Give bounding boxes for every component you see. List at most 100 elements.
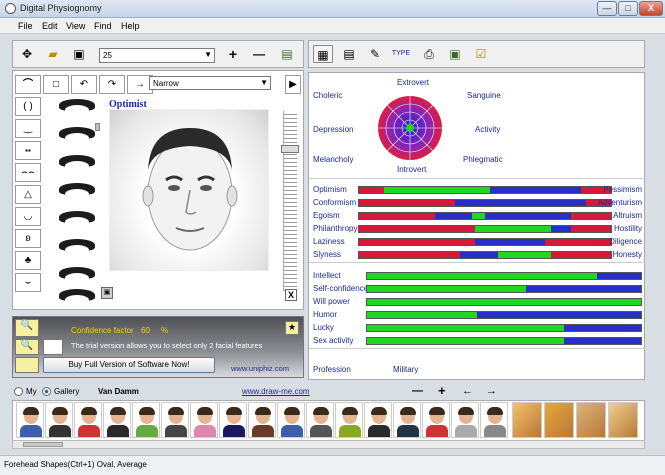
trait-row: Will power: [309, 295, 646, 307]
gallery-add-button[interactable]: +: [438, 383, 446, 398]
report-icon[interactable]: ▦: [313, 45, 333, 63]
hair-option[interactable]: [57, 153, 97, 177]
remove-button[interactable]: —: [249, 45, 269, 63]
menu-file[interactable]: File: [18, 21, 33, 31]
jaw-shape-icon[interactable]: ⌣: [15, 273, 41, 292]
star-icon[interactable]: ★: [285, 321, 299, 335]
gallery-thumbnail[interactable]: [190, 402, 218, 438]
menu-edit[interactable]: Edit: [42, 21, 58, 31]
my-label: My: [26, 387, 37, 396]
mouth-shape-icon[interactable]: ◡: [15, 207, 41, 226]
menu-bar: File Edit View Find Help: [0, 18, 665, 34]
grid-view-icon[interactable]: [43, 339, 63, 355]
forehead-shape-icon[interactable]: ( ): [15, 97, 41, 116]
hair-option[interactable]: [57, 181, 97, 205]
trait-row: Egoism Altruism: [309, 209, 646, 221]
gallery-thumbnail[interactable]: [335, 402, 363, 438]
trait-bar: [358, 225, 612, 233]
size-ruler[interactable]: [283, 111, 297, 291]
hair-option[interactable]: [57, 125, 97, 149]
export-icon[interactable]: ▣: [445, 45, 465, 63]
gallery-thumbnail[interactable]: [74, 402, 102, 438]
trait-label: Self-confidence: [313, 284, 369, 293]
chevron-down-icon: ▼: [260, 78, 268, 87]
draw-me-link[interactable]: www.draw-me.com: [242, 387, 310, 396]
gallery-photo-thumbnail[interactable]: [608, 402, 638, 438]
buy-full-version-button[interactable]: Buy Full Version of Software Now!: [43, 357, 215, 373]
gallery-scroll-thumb[interactable]: [23, 442, 63, 447]
list-view-icon[interactable]: [15, 357, 39, 373]
gallery-thumbnail[interactable]: [480, 402, 508, 438]
bar-segment-green: [472, 213, 485, 219]
ear-shape-icon[interactable]: ʚ: [15, 229, 41, 248]
eyebrow-shape-icon[interactable]: ⌒: [15, 75, 41, 94]
hair-scroll-thumb[interactable]: [95, 123, 100, 131]
save-icon[interactable]: ▣: [69, 45, 89, 63]
gallery-thumbnail[interactable]: [45, 402, 73, 438]
gallery-thumbnail[interactable]: [393, 402, 421, 438]
menu-help[interactable]: Help: [121, 21, 140, 31]
my-radio[interactable]: [14, 387, 23, 396]
redo-icon[interactable]: ↷: [99, 75, 125, 94]
hair-option[interactable]: [57, 97, 97, 121]
gallery-scrollbar[interactable]: [12, 440, 645, 449]
add-button[interactable]: +: [223, 45, 243, 63]
hair-option[interactable]: [57, 237, 97, 261]
hair-option[interactable]: [57, 209, 97, 233]
gallery-photo-thumbnail[interactable]: [512, 402, 542, 438]
gallery-thumbnail[interactable]: [422, 402, 450, 438]
gallery-radio[interactable]: [42, 387, 51, 396]
hair-option[interactable]: [57, 265, 97, 289]
ruler-thumb[interactable]: [281, 145, 299, 153]
gallery-thumbnail[interactable]: [248, 402, 276, 438]
gallery-photo-thumbnail[interactable]: [576, 402, 606, 438]
analysis-toolbar: ▦ ▤ ✎ TYPE ⎙ ▣ ☑: [308, 40, 645, 68]
print-icon[interactable]: ▤: [277, 45, 297, 63]
gallery-next-button[interactable]: →: [486, 385, 497, 397]
nose-shape-icon[interactable]: △: [15, 185, 41, 204]
gallery-thumbnail[interactable]: [364, 402, 392, 438]
edit-document-icon[interactable]: ✎: [365, 45, 385, 63]
small-save-icon[interactable]: ▣: [101, 287, 113, 299]
menu-find[interactable]: Find: [94, 21, 112, 31]
eyes-shape-icon[interactable]: ▪▪: [15, 141, 41, 160]
magnify-icon[interactable]: 🔍: [15, 319, 39, 337]
gallery-remove-button[interactable]: —: [412, 385, 423, 397]
minimize-button[interactable]: —: [597, 1, 617, 16]
close-button[interactable]: X: [639, 1, 663, 16]
gallery-prev-button[interactable]: ←: [462, 385, 473, 397]
hair-shape-icon[interactable]: ♣: [15, 251, 41, 270]
gallery-thumbnail[interactable]: [16, 402, 44, 438]
gallery-thumbnail[interactable]: [132, 402, 160, 438]
move-icon[interactable]: ✥: [17, 45, 37, 63]
play-icon[interactable]: ▶: [285, 75, 301, 94]
bar-segment-blue: [490, 187, 581, 193]
document-icon[interactable]: ▤: [339, 45, 359, 63]
open-folder-icon[interactable]: ▰: [43, 45, 63, 63]
gallery-thumbnail[interactable]: [451, 402, 479, 438]
checklist-icon[interactable]: ☑: [471, 45, 491, 63]
gallery-thumbnail[interactable]: [161, 402, 189, 438]
gallery-photo-thumbnail[interactable]: [544, 402, 574, 438]
bar-segment-green: [367, 325, 565, 331]
zoom-out-icon[interactable]: 🔍: [15, 339, 39, 355]
gallery-thumbnail[interactable]: [306, 402, 334, 438]
trait-label: Intellect: [313, 271, 341, 280]
type-icon[interactable]: TYPE: [391, 45, 411, 63]
menu-view[interactable]: View: [66, 21, 85, 31]
face-number-combo[interactable]: 25 ▼: [99, 48, 215, 63]
gallery-thumbnail[interactable]: [277, 402, 305, 438]
clear-face-button[interactable]: X: [285, 289, 297, 301]
rectangle-icon[interactable]: □: [43, 75, 69, 94]
maximize-button[interactable]: □: [618, 1, 638, 16]
window-title: Digital Physiognomy: [20, 3, 102, 13]
hair-option[interactable]: [57, 287, 97, 311]
eyebrows-shape-icon[interactable]: ⌢⌢: [15, 163, 41, 182]
undo-icon[interactable]: ↶: [71, 75, 97, 94]
shape-width-combo[interactable]: Narrow ▼: [149, 76, 271, 90]
uniphiz-link[interactable]: www.uniphiz.com: [231, 364, 289, 373]
chin-shape-icon[interactable]: ‿: [15, 119, 41, 138]
printer-icon[interactable]: ⎙: [419, 45, 439, 63]
gallery-thumbnail[interactable]: [219, 402, 247, 438]
gallery-thumbnail[interactable]: [103, 402, 131, 438]
